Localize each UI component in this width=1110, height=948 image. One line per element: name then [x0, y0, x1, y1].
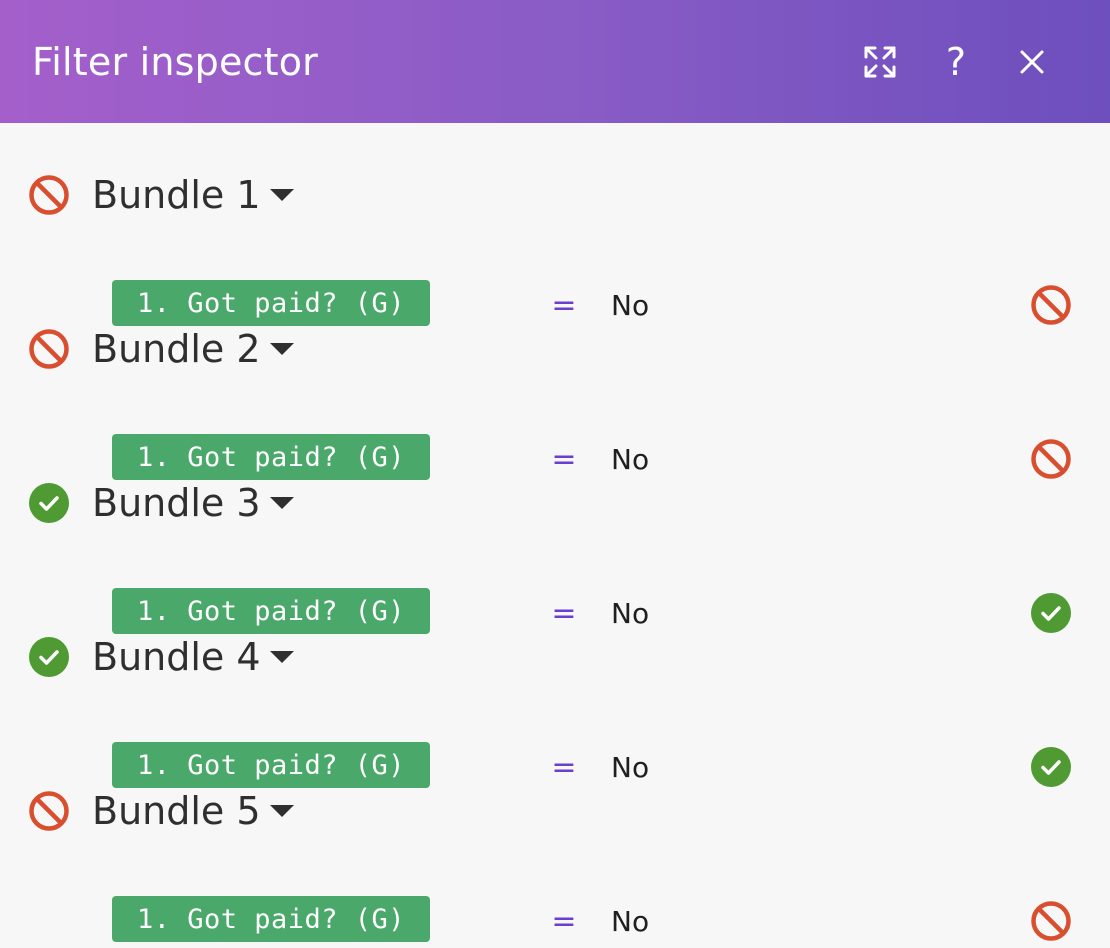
expand-button[interactable]	[842, 24, 918, 100]
field-pill: 1. Got paid? (G)	[112, 896, 430, 942]
field-pill: 1. Got paid? (G)	[112, 434, 430, 480]
operator: =	[551, 441, 577, 477]
caret-down-icon	[269, 805, 294, 817]
bundle-status-icon	[28, 636, 70, 678]
condition-status-icon	[1030, 438, 1072, 480]
condition-status-icon	[1030, 284, 1072, 326]
bundle-status-icon	[28, 328, 70, 370]
bundle-status-icon	[28, 174, 70, 216]
field-pill: 1. Got paid? (G)	[112, 588, 430, 634]
bundle-header[interactable]: Bundle 3	[28, 477, 295, 529]
bundle-title: Bundle 4	[92, 635, 261, 679]
close-button[interactable]	[994, 24, 1070, 100]
page-title: Filter inspector	[32, 39, 318, 84]
prohibited-icon	[29, 175, 69, 215]
caret-down-icon	[269, 651, 294, 663]
check-circle-icon	[1031, 747, 1071, 787]
bundle-title: Bundle 5	[92, 789, 261, 833]
caret-down-icon	[269, 343, 294, 355]
bundle-item: Bundle 3 1. Got paid? (G) = No	[0, 477, 1110, 634]
operator: =	[551, 287, 577, 323]
bundle-header[interactable]: Bundle 4	[28, 631, 295, 683]
check-circle-icon	[1031, 593, 1071, 633]
bundle-item: Bundle 4 1. Got paid? (G) = No	[0, 631, 1110, 788]
bundle-header[interactable]: Bundle 1	[28, 169, 295, 221]
condition-row: 1. Got paid? (G) = No	[0, 896, 1110, 948]
expand-icon	[864, 46, 896, 77]
bundle-title: Bundle 1	[92, 173, 261, 217]
condition-status-icon	[1030, 746, 1072, 788]
bundle-item: Bundle 2 1. Got paid? (G) = No	[0, 323, 1110, 480]
bundle-header[interactable]: Bundle 2	[28, 323, 295, 375]
help-icon: ?	[945, 39, 967, 84]
header-actions: ?	[842, 0, 1070, 123]
condition-status-icon	[1030, 900, 1072, 942]
condition-status-icon	[1030, 592, 1072, 634]
prohibited-icon	[29, 329, 69, 369]
condition-value: No	[611, 288, 650, 322]
condition-value: No	[611, 442, 650, 476]
field-pill: 1. Got paid? (G)	[112, 742, 430, 788]
operator: =	[551, 903, 577, 939]
prohibited-icon	[1031, 439, 1071, 479]
inspector-header: Filter inspector ?	[0, 0, 1110, 123]
condition-value: No	[611, 904, 650, 938]
condition-value: No	[611, 596, 650, 630]
operator: =	[551, 595, 577, 631]
prohibited-icon	[1031, 285, 1071, 325]
bundle-item: Bundle 1 1. Got paid? (G) = No	[0, 169, 1110, 326]
bundle-list: Bundle 1 1. Got paid? (G) = No Bundle 2 …	[0, 123, 1110, 948]
bundle-status-icon	[28, 482, 70, 524]
field-pill: 1. Got paid? (G)	[112, 280, 430, 326]
close-icon	[1020, 50, 1044, 73]
prohibited-icon	[1031, 901, 1071, 941]
check-circle-icon	[29, 483, 69, 523]
caret-down-icon	[269, 497, 294, 509]
bundle-status-icon	[28, 790, 70, 832]
bundle-title: Bundle 2	[92, 327, 261, 371]
check-circle-icon	[29, 637, 69, 677]
prohibited-icon	[29, 791, 69, 831]
bundle-item: Bundle 5 1. Got paid? (G) = No	[0, 785, 1110, 942]
bundle-header[interactable]: Bundle 5	[28, 785, 295, 837]
bundle-title: Bundle 3	[92, 481, 261, 525]
help-button[interactable]: ?	[918, 24, 994, 100]
caret-down-icon	[269, 189, 294, 201]
operator: =	[551, 749, 577, 785]
condition-value: No	[611, 750, 650, 784]
